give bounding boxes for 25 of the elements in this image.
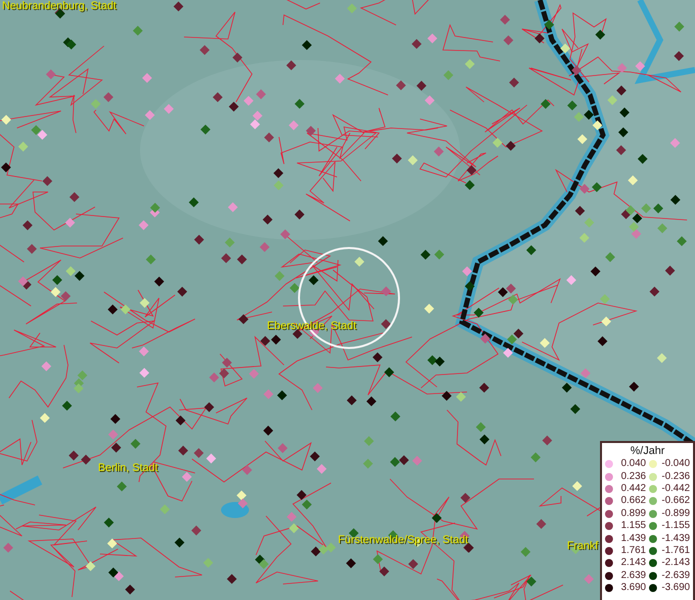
legend-value: -0.662 [660,495,690,508]
legend-value: -0.899 [660,508,690,520]
legend-value: -2.639 [660,570,690,582]
legend-title: %/Jahr [630,445,665,457]
legend-value: 2.143 [620,557,646,570]
legend-value: -1.155 [660,520,690,532]
legend-value: 1.155 [620,520,646,532]
legend-value: 1.439 [620,532,646,545]
place-label: Frankf [567,540,598,552]
place-label: Neubrandenburg, Stadt [2,0,116,12]
legend-value: 0.662 [620,495,646,508]
legend-value: -2.143 [660,557,690,570]
legend-value: 0.899 [620,508,646,520]
legend-value: 0.236 [620,470,646,483]
legend-value: -1.761 [660,544,690,557]
legend-value: -0.236 [660,470,690,483]
legend-value: -0.442 [660,482,690,495]
legend-value: -0.040 [660,458,690,470]
legend-value: 1.761 [620,544,646,557]
legend-value: 2.639 [620,570,646,582]
legend-value: 0.442 [620,482,646,495]
legend-value: 0.040 [620,458,646,470]
legend-value: 3.690 [620,582,646,594]
legend-value: -1.439 [660,532,690,545]
legend-value: -3.690 [660,582,690,594]
